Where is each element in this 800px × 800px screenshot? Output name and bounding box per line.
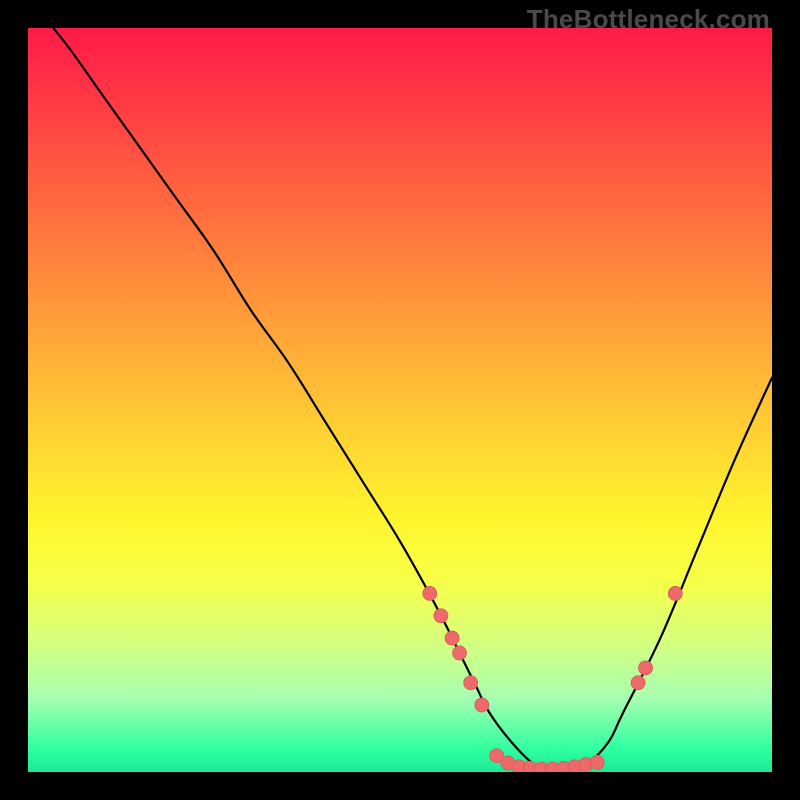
bottleneck-curve xyxy=(28,28,772,772)
chart-stage: TheBottleneck.com xyxy=(0,0,800,800)
data-marker xyxy=(639,661,653,675)
data-marker xyxy=(423,586,437,600)
data-marker xyxy=(668,586,682,600)
data-marker xyxy=(590,755,604,769)
data-marker xyxy=(475,698,489,712)
data-marker xyxy=(434,609,448,623)
curve-svg xyxy=(28,28,772,772)
data-marker xyxy=(464,676,478,690)
data-marker xyxy=(445,631,459,645)
markers-group xyxy=(423,586,683,772)
plot-area xyxy=(28,28,772,772)
data-marker xyxy=(631,676,645,690)
data-marker xyxy=(453,646,467,660)
